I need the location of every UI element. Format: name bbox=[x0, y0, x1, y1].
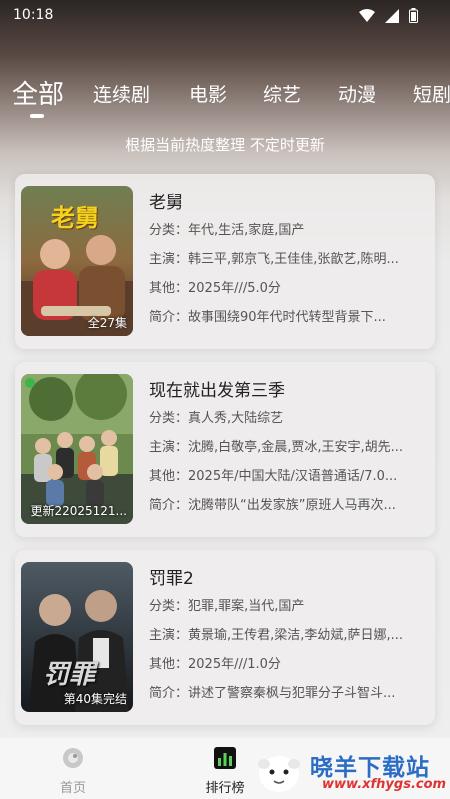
poster-image[interactable]: 老舅 全27集 bbox=[21, 186, 133, 336]
tab-ranking[interactable]: 排行榜 bbox=[190, 746, 260, 796]
site-watermark: 晓羊下载站 www.xfhygs.com bbox=[256, 748, 446, 798]
item-other: 其他：2025年///1.0分 bbox=[149, 657, 281, 672]
poster-image[interactable]: 罚罪 第40集完结 bbox=[21, 562, 133, 712]
list-item[interactable]: 老舅 全27集 老舅 分类：年代,生活,家庭,国产 主演：韩三平,郭京飞,王佳佳… bbox=[15, 174, 435, 349]
status-time: 10:18 bbox=[13, 7, 54, 23]
item-title: 罚罪2 bbox=[149, 569, 194, 589]
item-other: 其他：2025年/中国大陆/汉语普通话/7.0... bbox=[149, 469, 398, 484]
tab-series[interactable]: 连续剧 bbox=[93, 80, 150, 107]
item-cast: 主演：黄景瑜,王传君,梁洁,李幼斌,萨日娜,... bbox=[149, 628, 404, 643]
category-tabs: 全部 连续剧 电影 综艺 动漫 短剧 bbox=[0, 74, 450, 122]
item-category: 分类：年代,生活,家庭,国产 bbox=[149, 223, 305, 238]
tab-home-label: 首页 bbox=[59, 781, 86, 796]
wifi-icon bbox=[359, 8, 375, 27]
update-badge: 更新22025121... bbox=[30, 504, 127, 518]
item-other: 其他：2025年///5.0分 bbox=[149, 281, 281, 296]
battery-icon bbox=[409, 8, 418, 27]
item-cast: 主演：沈腾,白敬亭,金晨,贾冰,王安宇,胡先... bbox=[149, 440, 404, 455]
status-icons bbox=[359, 8, 418, 27]
item-cast: 主演：韩三平,郭京飞,王佳佳,张歆艺,陈明... bbox=[149, 252, 399, 267]
status-bar: 10:18 bbox=[0, 0, 450, 32]
item-category: 分类：真人秀,大陆综艺 bbox=[149, 411, 284, 426]
ranking-icon bbox=[213, 747, 237, 774]
watermark-url: www.xfhygs.com bbox=[322, 777, 447, 792]
tag-icon bbox=[25, 378, 35, 388]
tab-home[interactable]: 首页 bbox=[38, 746, 108, 796]
episode-badge: 全27集 bbox=[87, 316, 127, 330]
item-title: 老舅 bbox=[149, 193, 183, 213]
tab-all[interactable]: 全部 bbox=[12, 74, 64, 111]
poster-title-art: 老舅 bbox=[51, 204, 99, 232]
tab-variety[interactable]: 综艺 bbox=[263, 80, 301, 107]
tab-ranking-label: 排行榜 bbox=[205, 781, 245, 796]
tab-short-drama[interactable]: 短剧 bbox=[413, 80, 450, 107]
item-intro: 简介：沈腾带队“出发家族”原班人马再次... bbox=[149, 498, 396, 513]
poster-image[interactable]: 更新22025121... bbox=[21, 374, 133, 524]
poster-title-art: 罚罪 bbox=[43, 660, 96, 690]
tab-indicator bbox=[30, 114, 44, 118]
item-intro: 简介：讲述了警察秦枫与犯罪分子斗智斗... bbox=[149, 686, 396, 701]
item-title: 现在就出发第三季 bbox=[149, 381, 285, 401]
tab-anime[interactable]: 动漫 bbox=[338, 80, 376, 107]
episode-badge: 第40集完结 bbox=[63, 692, 127, 706]
signal-icon bbox=[385, 8, 399, 27]
home-icon bbox=[61, 748, 85, 774]
ranking-subtitle: 根据当前热度整理 不定时更新 bbox=[125, 136, 325, 154]
list-item[interactable]: 罚罪 第40集完结 罚罪2 分类：犯罪,罪案,当代,国产 主演：黄景瑜,王传君,… bbox=[15, 550, 435, 725]
sheep-logo-icon bbox=[258, 756, 300, 792]
item-category: 分类：犯罪,罪案,当代,国产 bbox=[149, 599, 305, 614]
item-intro: 简介：故事围绕90年代时代转型背景下... bbox=[149, 310, 386, 325]
list-item[interactable]: 更新22025121... 现在就出发第三季 分类：真人秀,大陆综艺 主演：沈腾… bbox=[15, 362, 435, 537]
tab-movie[interactable]: 电影 bbox=[189, 80, 227, 107]
